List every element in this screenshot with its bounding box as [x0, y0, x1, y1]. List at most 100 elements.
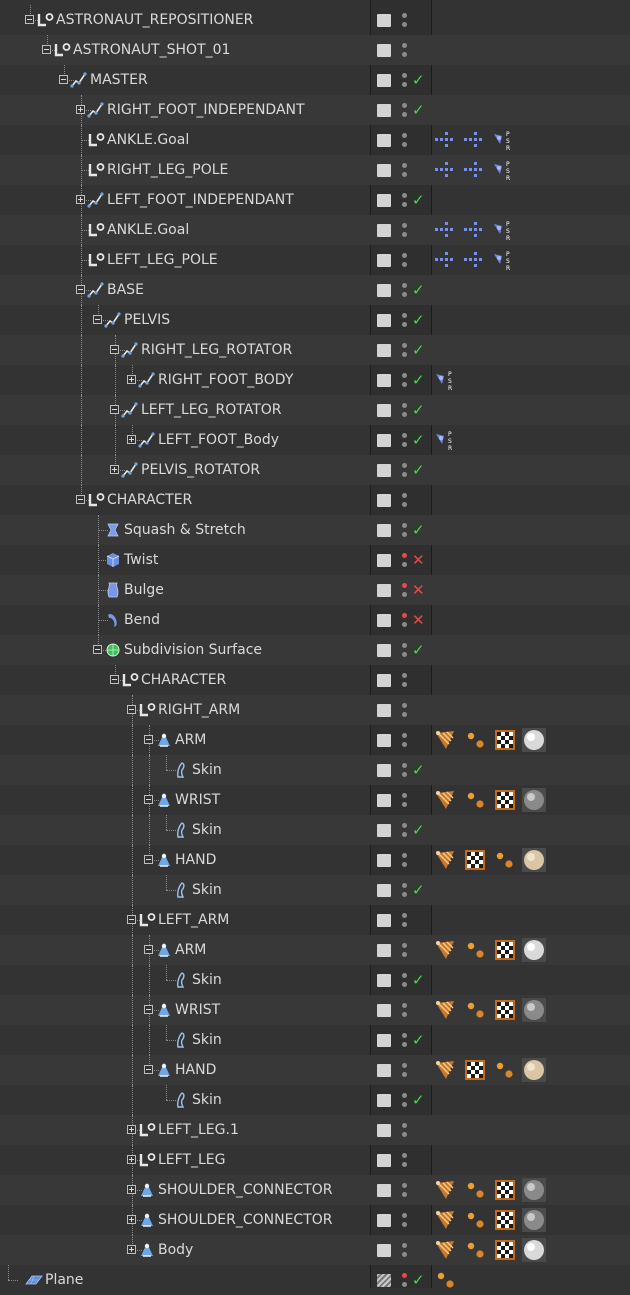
layer-color-box[interactable]: [377, 44, 391, 57]
object-name[interactable]: Skin: [192, 815, 222, 845]
ik-tag-icon[interactable]: [462, 158, 486, 182]
enabled-check-icon[interactable]: ✓: [412, 640, 425, 660]
visibility-dots-icon[interactable]: [402, 793, 408, 809]
layer-color-box[interactable]: [377, 1154, 391, 1167]
tree-row-skin[interactable]: Skin ✓: [0, 875, 630, 905]
object-name[interactable]: ASTRONAUT_REPOSITIONER: [56, 5, 253, 35]
layer-color-box[interactable]: [377, 1034, 391, 1047]
ik-tag-icon[interactable]: [462, 218, 486, 242]
material-white-icon[interactable]: [522, 938, 546, 962]
tree-row-skin[interactable]: Skin ✓: [0, 815, 630, 845]
material-grey-icon[interactable]: [522, 1178, 546, 1202]
layer-color-box[interactable]: [377, 644, 391, 657]
object-name[interactable]: RIGHT_LEG_ROTATOR: [141, 335, 292, 365]
visibility-dots-icon[interactable]: [402, 1213, 408, 1229]
layer-color-box[interactable]: [377, 824, 391, 837]
tree-row-hand[interactable]: HAND: [0, 1055, 630, 1085]
visibility-dots-icon[interactable]: [402, 1063, 408, 1079]
collapse-icon[interactable]: [144, 1005, 153, 1014]
pose-tag-icon[interactable]: PSR: [433, 368, 457, 392]
visibility-dots-icon[interactable]: [402, 973, 408, 989]
tree-row-left-leg-rotator[interactable]: LEFT_LEG_ROTATOR ✓: [0, 395, 630, 425]
object-name[interactable]: Body: [158, 1235, 193, 1265]
visibility-dots-icon[interactable]: [402, 283, 408, 299]
material-grey-icon[interactable]: [522, 998, 546, 1022]
vertex-map-tag-icon[interactable]: [463, 728, 487, 752]
ik-tag-icon[interactable]: [433, 128, 457, 152]
layer-color-box[interactable]: [377, 794, 391, 807]
tree-row-bend[interactable]: Bend ✕: [0, 605, 630, 635]
texture-tag-icon[interactable]: [493, 998, 517, 1022]
object-name[interactable]: LEFT_LEG_POLE: [107, 245, 218, 275]
layer-color-box[interactable]: [377, 554, 391, 567]
visibility-dots-icon[interactable]: [402, 433, 408, 449]
vertex-map-tag-icon[interactable]: [492, 1058, 516, 1082]
tree-row-left-leg[interactable]: LEFT_LEG: [0, 1145, 630, 1175]
layer-color-box[interactable]: [377, 494, 391, 507]
object-name[interactable]: LEFT_FOOT_Body: [158, 425, 279, 455]
ik-tag-icon[interactable]: [433, 248, 457, 272]
enabled-check-icon[interactable]: ✓: [412, 820, 425, 840]
tree-row-right-leg-rotator[interactable]: RIGHT_LEG_ROTATOR ✓: [0, 335, 630, 365]
pose-tag-icon[interactable]: PSR: [491, 158, 515, 182]
object-name[interactable]: SHOULDER_CONNECTOR: [158, 1175, 333, 1205]
weight-tag-icon[interactable]: [433, 938, 457, 962]
object-name[interactable]: Skin: [192, 875, 222, 905]
object-name[interactable]: LEFT_LEG: [158, 1145, 226, 1175]
enabled-check-icon[interactable]: ✓: [412, 340, 425, 360]
enabled-check-icon[interactable]: ✓: [412, 280, 425, 300]
enabled-check-icon[interactable]: ✓: [412, 400, 425, 420]
visibility-dots-icon[interactable]: [402, 673, 408, 689]
material-white-icon[interactable]: [522, 1238, 546, 1262]
layer-color-box[interactable]: [377, 1274, 391, 1287]
collapse-icon[interactable]: [93, 315, 102, 324]
weight-tag-icon[interactable]: [433, 728, 457, 752]
layer-color-box[interactable]: [377, 854, 391, 867]
enabled-check-icon[interactable]: ✓: [412, 100, 425, 120]
expand-icon[interactable]: [127, 1185, 136, 1194]
object-name[interactable]: PELVIS: [124, 305, 170, 335]
visibility-dots-icon[interactable]: [402, 853, 408, 869]
object-name[interactable]: HAND: [175, 845, 216, 875]
object-name[interactable]: ANKLE.Goal: [107, 125, 189, 155]
vertex-map-tag-icon[interactable]: [463, 998, 487, 1022]
enabled-check-icon[interactable]: ✓: [412, 1030, 425, 1050]
layer-color-box[interactable]: [377, 194, 391, 207]
tree-row-arm[interactable]: ARM: [0, 725, 630, 755]
pose-tag-icon[interactable]: PSR: [433, 428, 457, 452]
enabled-check-icon[interactable]: ✓: [412, 370, 425, 390]
object-name[interactable]: Twist: [124, 545, 158, 575]
expand-icon[interactable]: [76, 105, 85, 114]
object-name[interactable]: BASE: [107, 275, 144, 305]
object-name[interactable]: RIGHT_LEG_POLE: [107, 155, 228, 185]
layer-color-box[interactable]: [377, 944, 391, 957]
collapse-icon[interactable]: [110, 345, 119, 354]
visibility-dots-icon[interactable]: [402, 1093, 408, 1109]
visibility-dots-icon[interactable]: [402, 1033, 408, 1049]
tree-row-skin[interactable]: Skin ✓: [0, 1085, 630, 1115]
tree-row-arm[interactable]: ARM: [0, 935, 630, 965]
tree-row-subdivision-surface[interactable]: Subdivision Surface ✓: [0, 635, 630, 665]
object-name[interactable]: CHARACTER: [141, 665, 226, 695]
vertex-map-tag-icon[interactable]: [492, 848, 516, 872]
collapse-icon[interactable]: [144, 1065, 153, 1074]
object-name[interactable]: Skin: [192, 965, 222, 995]
object-name[interactable]: Skin: [192, 1085, 222, 1115]
visibility-dots-icon[interactable]: [402, 253, 408, 269]
collapse-icon[interactable]: [76, 495, 85, 504]
collapse-icon[interactable]: [93, 645, 102, 654]
visibility-dots-icon[interactable]: [402, 1003, 408, 1019]
object-name[interactable]: HAND: [175, 1055, 216, 1085]
collapse-icon[interactable]: [144, 855, 153, 864]
object-name[interactable]: Bulge: [124, 575, 164, 605]
enabled-check-icon[interactable]: ✓: [412, 430, 425, 450]
layer-color-box[interactable]: [377, 374, 391, 387]
tree-row-shoulder-connector[interactable]: SHOULDER_CONNECTOR: [0, 1205, 630, 1235]
object-name[interactable]: Plane: [45, 1265, 83, 1295]
tree-row-skin[interactable]: Skin ✓: [0, 1025, 630, 1055]
tree-row-body[interactable]: Body: [0, 1235, 630, 1265]
tree-row-bulge[interactable]: Bulge ✕: [0, 575, 630, 605]
layer-color-box[interactable]: [377, 434, 391, 447]
visibility-dots-icon[interactable]: [402, 73, 408, 89]
layer-color-box[interactable]: [377, 344, 391, 357]
